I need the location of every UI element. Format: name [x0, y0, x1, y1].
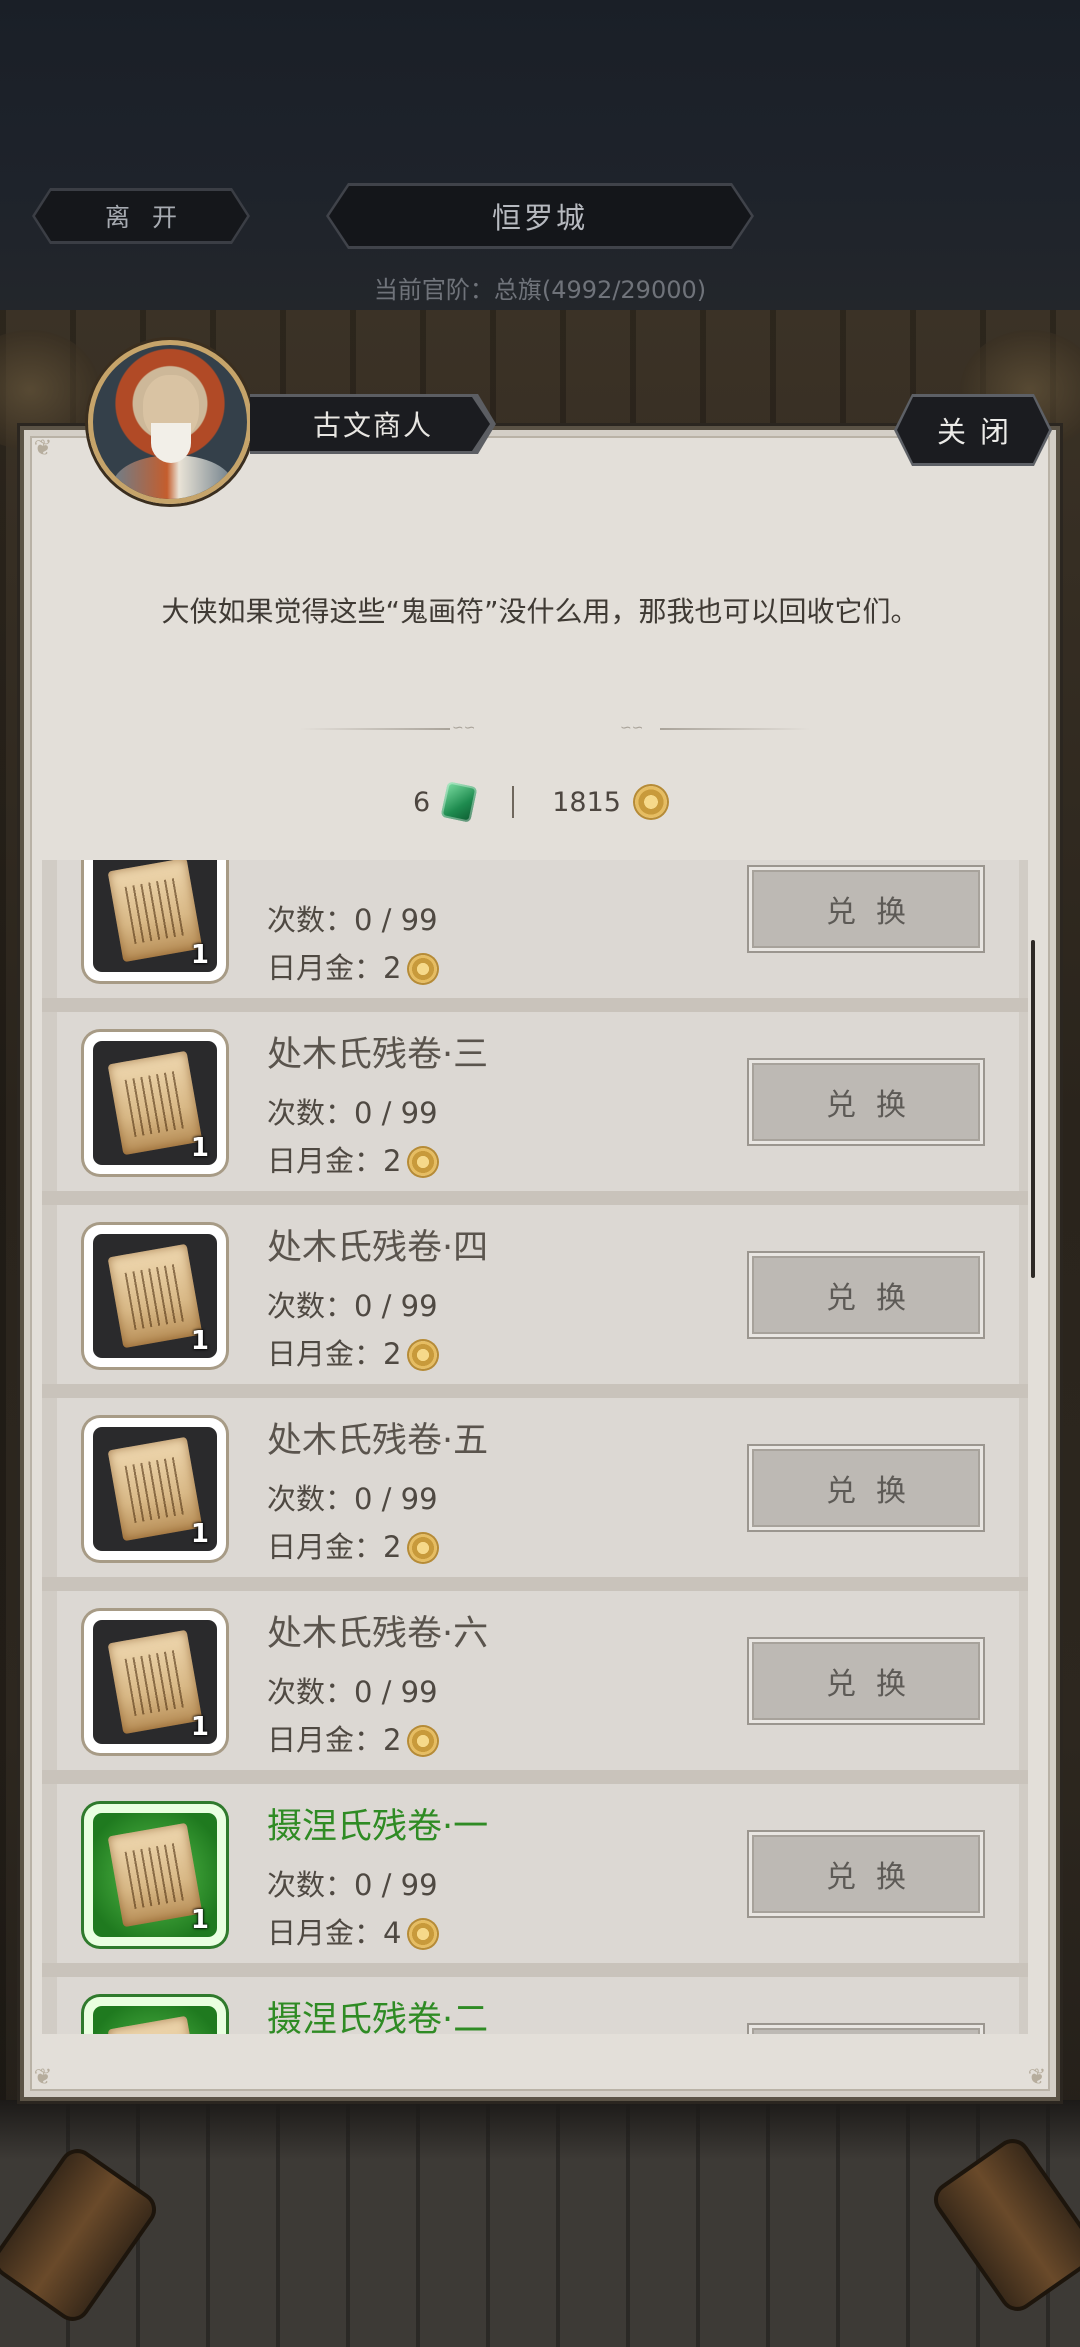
top-banner-background [0, 0, 1080, 310]
cost-text: 日月金：2 [267, 951, 402, 985]
exchange-item-row: 1 处木氏残卷·六 次数：0 / 99 日月金：2 兑换 [42, 1577, 1028, 1770]
item-cost: 日月金：2 [267, 1717, 438, 1759]
official-rank-text: 当前官阶：总旗(4992/29000) [373, 276, 707, 304]
exchange-button-label: 兑换 [826, 1474, 926, 1509]
exchange-count: 次数：0 / 99 [267, 1096, 438, 1130]
item-thumbnail[interactable]: 1 [84, 1418, 226, 1560]
coin-count: 1815 [552, 786, 621, 818]
exchange-button-label: 兑换 [826, 1281, 926, 1316]
npc-name: 古文商人 [312, 409, 433, 442]
leave-button[interactable]: 离开 [32, 188, 250, 244]
item-name: 处木氏残卷·六 [267, 1614, 489, 1654]
exchange-item-row: 1 处木氏残卷·四 次数：0 / 99 日月金：2 兑换 [42, 1191, 1028, 1384]
scroll-icon [107, 1243, 203, 1349]
exchange-button[interactable]: 兑换 [749, 1060, 983, 1144]
gold-coin-icon [409, 1341, 438, 1369]
cost-text: 日月金：2 [267, 1144, 402, 1178]
close-button[interactable]: 关闭 [894, 394, 1052, 466]
scroll-icon [107, 2015, 203, 2034]
item-cost: 日月金：2 [267, 1524, 438, 1566]
exchange-button-label: 兑换 [826, 1088, 926, 1123]
divider-left: ∽∽ [300, 720, 490, 736]
leave-button-label: 离开 [104, 203, 199, 232]
item-cost: 日月金：2 [267, 1138, 438, 1180]
item-quantity: 1 [190, 1133, 209, 1163]
item-quantity: 1 [190, 1712, 209, 1742]
item-quantity: 1 [190, 940, 209, 970]
corner-ornament: ❦ [33, 2065, 53, 2090]
gold-coin-icon [634, 786, 667, 818]
item-name: 处木氏残卷·五 [267, 1421, 489, 1461]
corner-ornament: ❦ [1027, 2065, 1047, 2090]
item-thumbnail[interactable]: 1 [84, 1804, 226, 1946]
gold-coin-icon [409, 1920, 438, 1948]
gold-coin-icon [409, 1727, 438, 1755]
dialog-message: 大侠如果觉得这些“鬼画符”没什么用，那我也可以回收它们。 [161, 595, 919, 628]
scroll-icon [107, 1822, 203, 1928]
list-scrollbar[interactable] [1031, 940, 1035, 1278]
item-name: 摄涅氏残卷·一 [267, 1807, 489, 1847]
exchange-button[interactable]: 兑换 [749, 1253, 983, 1337]
gold-coin-icon [409, 955, 438, 983]
item-name: 处木氏残卷·四 [267, 1228, 489, 1268]
cost-text: 日月金：4 [267, 1916, 402, 1950]
exchange-count: 次数：0 / 99 [267, 1289, 438, 1323]
exchange-item-row: 1 处木氏残卷·三 次数：0 / 99 日月金：2 兑换 [42, 998, 1028, 1191]
jade-tablet-icon [440, 781, 478, 823]
exchange-item-row: 1 次数：0 / 99 日月金：2 兑换 [42, 860, 1028, 998]
scroll-icon [107, 1629, 203, 1735]
scroll-icon [107, 1050, 203, 1156]
item-name: 处木氏残卷·三 [267, 1035, 489, 1075]
exchange-list[interactable]: 1 次数：0 / 99 日月金：2 兑换 1 处木氏残卷·三 次数：0 / 99… [42, 860, 1028, 2034]
npc-name-plate: 古文商人 [250, 394, 496, 454]
city-title: 恒罗城 [326, 183, 754, 249]
item-thumbnail[interactable] [84, 1997, 226, 2034]
city-name: 恒罗城 [491, 201, 588, 235]
exchange-count: 次数：0 / 99 [267, 1482, 438, 1516]
exchange-button-label: 兑换 [826, 1860, 926, 1895]
item-cost: 日月金：2 [267, 945, 438, 987]
gold-coin-icon [409, 1148, 438, 1176]
divider-right: ∽∽ [620, 720, 810, 736]
item-name: 摄涅氏残卷·二 [267, 2000, 489, 2034]
item-thumbnail[interactable]: 1 [84, 860, 226, 981]
close-button-label: 关闭 [936, 415, 1023, 449]
currency-separator [512, 786, 515, 818]
corner-ornament: ❦ [33, 436, 53, 461]
exchange-button-label: 兑换 [826, 895, 926, 930]
exchange-button[interactable]: 兑换 [749, 1639, 983, 1723]
exchange-count: 次数：0 / 99 [267, 1675, 438, 1709]
item-thumbnail[interactable]: 1 [84, 1225, 226, 1367]
npc-avatar [88, 340, 252, 504]
exchange-count: 次数：0 / 99 [267, 903, 438, 937]
cost-text: 日月金：2 [267, 1530, 402, 1564]
scroll-icon [107, 1436, 203, 1542]
item-thumbnail[interactable]: 1 [84, 1032, 226, 1174]
item-cost: 日月金：4 [267, 1910, 438, 1952]
exchange-button[interactable]: 兑换 [749, 1832, 983, 1916]
floor-background [0, 2100, 1080, 2347]
exchange-button[interactable]: 兑换 [749, 2025, 983, 2034]
gold-coin-icon [409, 1534, 438, 1562]
item-quantity: 1 [190, 1326, 209, 1356]
jade-count: 6 [413, 786, 431, 818]
scroll-icon [107, 860, 203, 963]
cost-text: 日月金：2 [267, 1337, 402, 1371]
cost-text: 日月金：2 [267, 1723, 402, 1757]
item-quantity: 1 [190, 1905, 209, 1935]
exchange-button-label: 兑换 [826, 1667, 926, 1702]
exchange-item-row: 摄涅氏残卷·二 次数：0 / 99 兑换 [42, 1963, 1028, 2034]
currency-bar: 6 1815 [0, 780, 1080, 824]
exchange-button[interactable]: 兑换 [749, 867, 983, 951]
exchange-item-row: 1 摄涅氏残卷·一 次数：0 / 99 日月金：4 兑换 [42, 1770, 1028, 1963]
item-cost: 日月金：2 [267, 1331, 438, 1373]
exchange-item-row: 1 处木氏残卷·五 次数：0 / 99 日月金：2 兑换 [42, 1384, 1028, 1577]
exchange-button[interactable]: 兑换 [749, 1446, 983, 1530]
item-thumbnail[interactable]: 1 [84, 1611, 226, 1753]
exchange-count: 次数：0 / 99 [267, 1868, 438, 1902]
item-quantity: 1 [190, 1519, 209, 1549]
